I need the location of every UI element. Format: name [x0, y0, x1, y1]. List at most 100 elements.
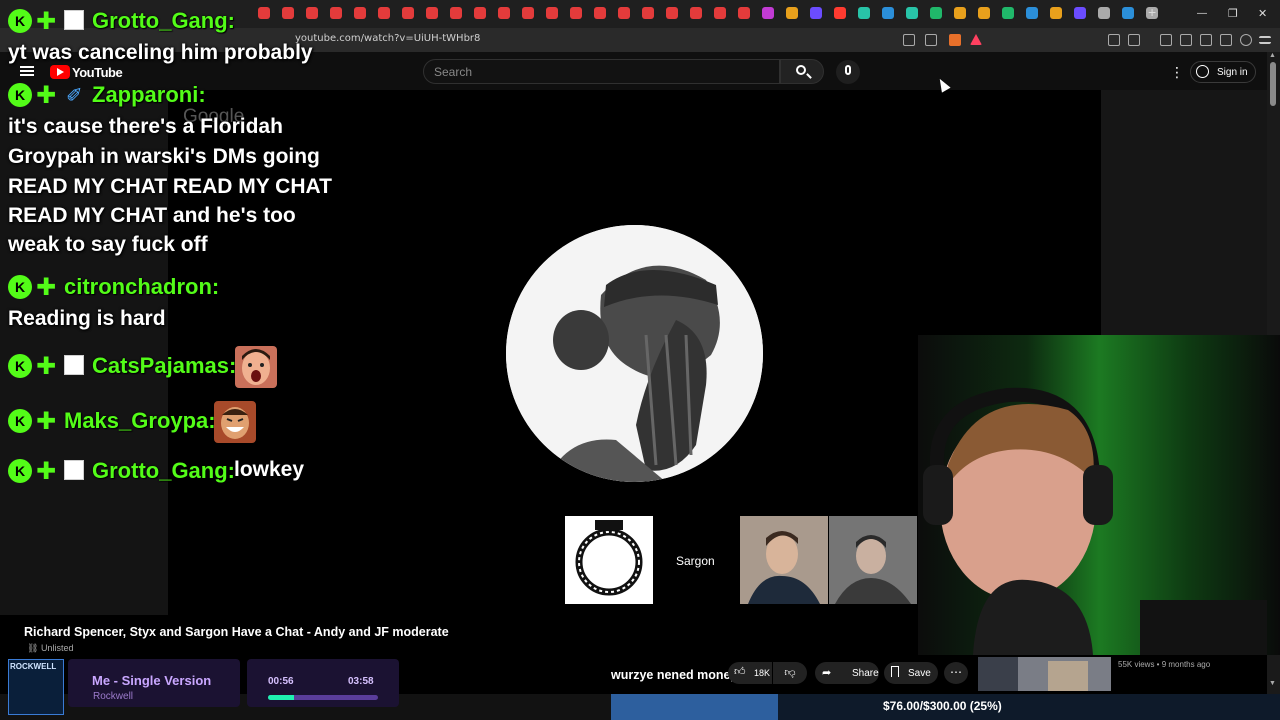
vpn-icon[interactable]	[1240, 34, 1252, 46]
chat-text: weak to say fuck off	[8, 233, 208, 256]
browser-tab-favicon-icon[interactable]	[738, 7, 750, 19]
browser-tab-favicon-icon[interactable]	[618, 7, 630, 19]
scrollbar-thumb[interactable]	[1270, 62, 1276, 106]
screenshot-icon[interactable]	[1128, 34, 1140, 46]
browser-tab-favicon-icon[interactable]	[834, 7, 846, 19]
right-panel	[1101, 90, 1267, 335]
voice-search-icon[interactable]	[836, 60, 860, 84]
maximize-button[interactable]: ❐	[1228, 7, 1238, 20]
browser-tab-favicon-icon[interactable]	[882, 7, 894, 19]
next-video-meta: 55K views • 9 months ago	[1118, 660, 1211, 669]
participant-emblem-tile[interactable]	[565, 516, 653, 604]
new-tab-button[interactable]: +	[1148, 4, 1156, 20]
browser-tab-favicon-icon[interactable]	[402, 7, 414, 19]
chat-overlay: K ✚ Grotto_Gang: yt was canceling him pr…	[0, 0, 340, 500]
chat-username[interactable]: citronchadron:	[64, 274, 219, 300]
bookmark-icon	[891, 666, 899, 677]
participant-name: Sargon	[676, 554, 715, 568]
browser-tab-favicon-icon[interactable]	[378, 7, 390, 19]
chat-username[interactable]: Grotto_Gang:	[92, 458, 235, 484]
browser-tab-favicon-icon[interactable]	[858, 7, 870, 19]
browser-tab-favicon-icon[interactable]	[1050, 7, 1062, 19]
browser-tab-favicon-icon[interactable]	[930, 7, 942, 19]
cast-icon[interactable]	[903, 34, 915, 46]
chat-text: lowkey	[234, 458, 305, 481]
donation-goal-fill	[611, 694, 779, 720]
extensions-icon[interactable]	[1108, 34, 1120, 46]
sub-badge-icon: ✚	[36, 274, 57, 301]
browser-tab-favicon-icon[interactable]	[546, 7, 558, 19]
minimize-button[interactable]: —	[1197, 8, 1207, 19]
browser-tab-favicon-icon[interactable]	[1098, 7, 1110, 19]
sidebar-icon[interactable]	[1180, 34, 1192, 46]
kick-badge-icon: K	[8, 354, 32, 378]
browser-tab-favicon-icon[interactable]	[690, 7, 702, 19]
browser-tab-favicon-icon[interactable]	[642, 7, 654, 19]
person-icon	[748, 531, 820, 604]
chat-username[interactable]: Grotto_Gang:	[92, 8, 235, 34]
thumbs-down-icon: 👎︎	[784, 667, 796, 679]
browser-tab-favicon-icon[interactable]	[978, 7, 990, 19]
sub-badge-icon: ✚	[36, 82, 57, 109]
dislike-button[interactable]: 👎︎	[773, 662, 807, 684]
browser-tab-favicon-icon[interactable]	[906, 7, 918, 19]
chat-text: READ MY CHAT READ MY CHAT	[8, 175, 332, 198]
song-duration: 03:58	[348, 676, 374, 687]
browser-tab-favicon-icon[interactable]	[474, 7, 486, 19]
browser-tab-favicon-icon[interactable]	[714, 7, 726, 19]
album-art-label: ROCKWELL	[10, 662, 57, 671]
wallet-icon[interactable]	[1200, 34, 1212, 46]
browser-tab-favicon-icon[interactable]	[1002, 7, 1014, 19]
kick-badge-icon: K	[8, 275, 32, 299]
browser-tab-favicon-icon[interactable]	[1122, 7, 1134, 19]
chat-username[interactable]: CatsPajamas:	[92, 353, 236, 379]
search-button[interactable]	[780, 59, 824, 84]
participant-camera-2[interactable]	[829, 516, 917, 604]
more-actions-button[interactable]: ⋯	[944, 662, 968, 684]
browser-tab-favicon-icon[interactable]	[786, 7, 798, 19]
browser-tab-favicon-icon[interactable]	[450, 7, 462, 19]
settings-more-icon[interactable]: ⋮	[1170, 64, 1184, 81]
chat-text: it's cause there's a Floridah	[8, 115, 283, 138]
browser-tab-favicon-icon[interactable]	[1026, 7, 1038, 19]
unlisted-badge: ⛓ Unlisted	[27, 643, 74, 653]
browser-menu-icon[interactable]	[1259, 36, 1271, 44]
scroll-down-icon[interactable]: ▼	[1269, 680, 1276, 687]
chat-username[interactable]: Maks_Groypa:	[64, 408, 216, 434]
next-video-thumbnail[interactable]	[978, 657, 1111, 691]
ticker-text: wurzye nened money	[611, 668, 738, 682]
browser-tab-favicon-icon[interactable]	[522, 7, 534, 19]
chat-username[interactable]: Zapparoni:	[92, 82, 206, 108]
browser-tab-favicon-icon[interactable]	[810, 7, 822, 19]
chat-text: READ MY CHAT and he's too	[8, 204, 296, 227]
leo-icon[interactable]	[1220, 34, 1232, 46]
kick-badge-icon: K	[8, 459, 32, 483]
person-icon	[835, 535, 911, 604]
chat-text: Reading is hard	[8, 307, 166, 330]
song-artist: Rockwell	[93, 691, 134, 702]
browser-tab-favicon-icon[interactable]	[762, 7, 774, 19]
browser-tab-favicon-icon[interactable]	[594, 7, 606, 19]
kick-badge-icon: K	[8, 409, 32, 433]
share-page-icon[interactable]	[925, 34, 937, 46]
broken-badge-icon	[64, 355, 84, 375]
close-window-button[interactable]: ✕	[1258, 7, 1267, 20]
browser-tab-favicon-icon[interactable]	[570, 7, 582, 19]
browser-tab-favicon-icon[interactable]	[498, 7, 510, 19]
search-input[interactable]: Search	[423, 59, 780, 84]
chat-text: yt was canceling him probably	[8, 41, 313, 64]
participant-camera-1[interactable]	[740, 516, 828, 604]
media-icon[interactable]	[1160, 34, 1172, 46]
sub-badge-icon: ✚	[36, 8, 57, 35]
browser-tab-favicon-icon[interactable]	[666, 7, 678, 19]
webcam-backdrop	[1140, 600, 1267, 655]
browser-tab-favicon-icon[interactable]	[354, 7, 366, 19]
brave-shield-icon[interactable]	[949, 34, 961, 46]
scroll-up-icon[interactable]: ▲	[1269, 52, 1276, 59]
browser-tab-favicon-icon[interactable]	[426, 7, 438, 19]
browser-tab-favicon-icon[interactable]	[1074, 7, 1086, 19]
browser-tab-favicon-icon[interactable]	[954, 7, 966, 19]
brave-rewards-icon[interactable]	[970, 34, 982, 45]
thumbs-up-icon: 👍︎	[734, 666, 746, 678]
host-avatar	[506, 225, 763, 482]
